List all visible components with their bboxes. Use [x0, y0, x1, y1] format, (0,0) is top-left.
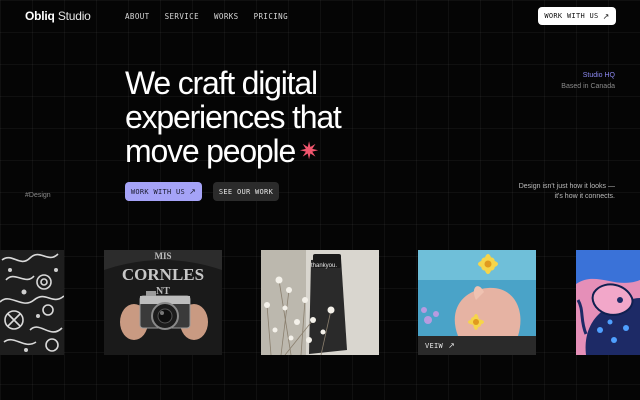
view-label: VEIW — [425, 341, 444, 350]
see-our-work-label: SEE OUR WORK — [218, 187, 274, 196]
main-nav: ABOUT SERVICE WORKS PRICING — [125, 12, 288, 21]
star-burst-icon: ✷ — [299, 137, 319, 165]
nav-service[interactable]: SERVICE — [165, 12, 199, 21]
arrow-up-right-icon: ↗ — [448, 341, 456, 350]
headline-line-3-text: move people — [125, 133, 296, 169]
studio-location: Based in Canada — [561, 83, 615, 90]
headline-line-3: move people ✷ — [125, 134, 341, 171]
studio-name: Studio HQ — [582, 72, 615, 79]
shirt-text-2: CORNLES — [122, 265, 204, 284]
site-header: Obliq Studio ABOUT SERVICE WORKS PRICING… — [0, 0, 640, 34]
gallery-photo-camera[interactable]: MIS CORNLES NT — [104, 250, 222, 355]
hero-buttons: WORK WITH US ↗ SEE OUR WORK — [125, 182, 279, 201]
view-button[interactable]: VEIW ↗ — [418, 336, 536, 355]
logo[interactable]: Obliq Studio — [25, 9, 91, 23]
headline-line-2: experiences that — [125, 99, 342, 135]
studio-info: Studio HQ Based in Canada — [561, 70, 615, 92]
tagline-line-1: Design isn't just how it looks — — [518, 183, 615, 190]
hero-headline: We craft digital experiences that move p… — [125, 65, 342, 171]
header-cta-label: WORK WITH US — [544, 12, 599, 20]
nav-pricing[interactable]: PRICING — [254, 12, 288, 21]
tagline-line-2: it's how it connects. — [554, 193, 615, 200]
see-our-work-button[interactable]: SEE OUR WORK — [213, 182, 279, 201]
arrow-up-right-icon: ↗ — [189, 187, 197, 196]
design-tag: #Design — [25, 192, 51, 199]
headline-line-1: We craft digital — [125, 65, 318, 101]
gallery-photo-flowers-bottle[interactable]: thankyou. — [261, 250, 379, 355]
work-with-us-label: WORK WITH US — [130, 187, 186, 196]
logo-bold: Obliq — [25, 9, 55, 23]
gallery-photo-floral-pattern[interactable] — [0, 250, 64, 355]
shirt-text-1: MIS — [154, 251, 171, 261]
header-work-with-us-button[interactable]: WORK WITH US ↗ — [538, 7, 616, 25]
tagline: Design isn't just how it looks — it's ho… — [519, 182, 615, 202]
work-with-us-button[interactable]: WORK WITH US ↗ — [125, 182, 202, 201]
nav-about[interactable]: ABOUT — [125, 12, 150, 21]
gallery-photo-painted-art[interactable] — [576, 250, 640, 355]
arrow-up-right-icon: ↗ — [602, 11, 610, 21]
logo-light: Studio — [57, 9, 91, 23]
shirt-text-3: NT — [156, 286, 170, 297]
work-gallery: MIS CORNLES NT thankyou. VEIW ↗ — [0, 250, 640, 355]
nav-works[interactable]: WORKS — [214, 12, 239, 21]
gallery-photo-yellow-flower[interactable]: VEIW ↗ — [418, 250, 536, 355]
bottle-label: thankyou. — [311, 263, 337, 269]
